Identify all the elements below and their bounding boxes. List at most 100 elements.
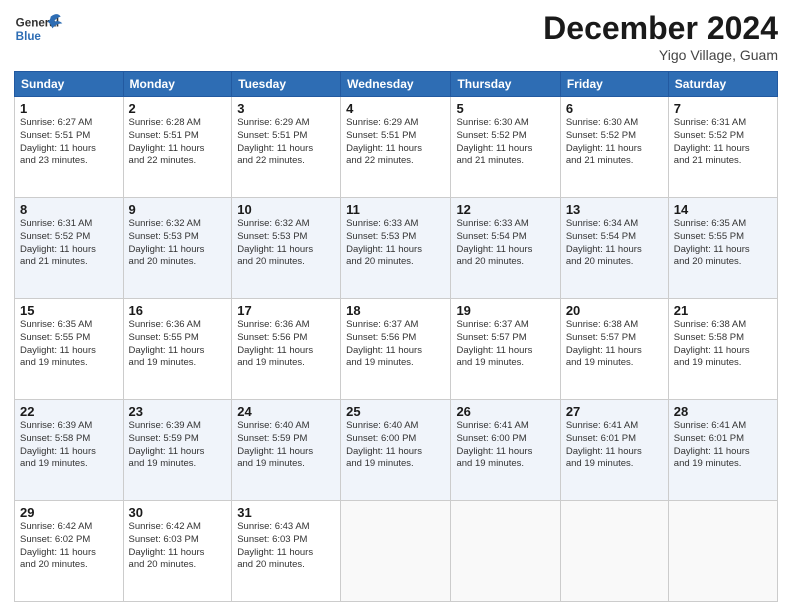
- col-saturday: Saturday: [668, 72, 777, 97]
- day-info: Sunrise: 6:40 AM Sunset: 6:00 PM Dayligh…: [346, 420, 445, 471]
- day-number: 5: [456, 101, 554, 116]
- day-info: Sunrise: 6:39 AM Sunset: 5:58 PM Dayligh…: [20, 420, 118, 471]
- table-row: 9Sunrise: 6:32 AM Sunset: 5:53 PM Daylig…: [123, 198, 232, 299]
- day-info: Sunrise: 6:38 AM Sunset: 5:58 PM Dayligh…: [674, 319, 772, 370]
- day-info: Sunrise: 6:38 AM Sunset: 5:57 PM Dayligh…: [566, 319, 663, 370]
- table-row: 26Sunrise: 6:41 AM Sunset: 6:00 PM Dayli…: [451, 400, 560, 501]
- day-info: Sunrise: 6:31 AM Sunset: 5:52 PM Dayligh…: [20, 218, 118, 269]
- table-row: 20Sunrise: 6:38 AM Sunset: 5:57 PM Dayli…: [560, 299, 668, 400]
- day-info: Sunrise: 6:34 AM Sunset: 5:54 PM Dayligh…: [566, 218, 663, 269]
- day-number: 9: [129, 202, 227, 217]
- col-monday: Monday: [123, 72, 232, 97]
- day-info: Sunrise: 6:29 AM Sunset: 5:51 PM Dayligh…: [237, 117, 335, 168]
- table-row: 30Sunrise: 6:42 AM Sunset: 6:03 PM Dayli…: [123, 501, 232, 602]
- table-row: 21Sunrise: 6:38 AM Sunset: 5:58 PM Dayli…: [668, 299, 777, 400]
- day-info: Sunrise: 6:37 AM Sunset: 5:57 PM Dayligh…: [456, 319, 554, 370]
- calendar-week-row: 1Sunrise: 6:27 AM Sunset: 5:51 PM Daylig…: [15, 97, 778, 198]
- col-thursday: Thursday: [451, 72, 560, 97]
- day-number: 7: [674, 101, 772, 116]
- table-row: 8Sunrise: 6:31 AM Sunset: 5:52 PM Daylig…: [15, 198, 124, 299]
- day-number: 14: [674, 202, 772, 217]
- day-info: Sunrise: 6:40 AM Sunset: 5:59 PM Dayligh…: [237, 420, 335, 471]
- logo: General Blue: [14, 10, 64, 50]
- day-number: 21: [674, 303, 772, 318]
- day-info: Sunrise: 6:41 AM Sunset: 6:01 PM Dayligh…: [566, 420, 663, 471]
- table-row: 15Sunrise: 6:35 AM Sunset: 5:55 PM Dayli…: [15, 299, 124, 400]
- day-number: 28: [674, 404, 772, 419]
- day-number: 15: [20, 303, 118, 318]
- day-info: Sunrise: 6:30 AM Sunset: 5:52 PM Dayligh…: [456, 117, 554, 168]
- day-info: Sunrise: 6:29 AM Sunset: 5:51 PM Dayligh…: [346, 117, 445, 168]
- calendar-week-row: 29Sunrise: 6:42 AM Sunset: 6:02 PM Dayli…: [15, 501, 778, 602]
- calendar-body: 1Sunrise: 6:27 AM Sunset: 5:51 PM Daylig…: [15, 97, 778, 602]
- day-info: Sunrise: 6:35 AM Sunset: 5:55 PM Dayligh…: [20, 319, 118, 370]
- day-info: Sunrise: 6:36 AM Sunset: 5:56 PM Dayligh…: [237, 319, 335, 370]
- day-info: Sunrise: 6:30 AM Sunset: 5:52 PM Dayligh…: [566, 117, 663, 168]
- col-wednesday: Wednesday: [341, 72, 451, 97]
- day-number: 31: [237, 505, 335, 520]
- day-info: Sunrise: 6:32 AM Sunset: 5:53 PM Dayligh…: [129, 218, 227, 269]
- table-row: 22Sunrise: 6:39 AM Sunset: 5:58 PM Dayli…: [15, 400, 124, 501]
- table-row: 29Sunrise: 6:42 AM Sunset: 6:02 PM Dayli…: [15, 501, 124, 602]
- day-number: 3: [237, 101, 335, 116]
- table-row: 5Sunrise: 6:30 AM Sunset: 5:52 PM Daylig…: [451, 97, 560, 198]
- day-number: 26: [456, 404, 554, 419]
- location: Yigo Village, Guam: [543, 47, 778, 63]
- header: General Blue December 2024 Yigo Village,…: [14, 10, 778, 63]
- day-info: Sunrise: 6:42 AM Sunset: 6:03 PM Dayligh…: [129, 521, 227, 572]
- month-title: December 2024: [543, 10, 778, 47]
- day-number: 25: [346, 404, 445, 419]
- day-number: 30: [129, 505, 227, 520]
- table-row: 24Sunrise: 6:40 AM Sunset: 5:59 PM Dayli…: [232, 400, 341, 501]
- table-row: 3Sunrise: 6:29 AM Sunset: 5:51 PM Daylig…: [232, 97, 341, 198]
- day-info: Sunrise: 6:32 AM Sunset: 5:53 PM Dayligh…: [237, 218, 335, 269]
- day-number: 27: [566, 404, 663, 419]
- table-row: 14Sunrise: 6:35 AM Sunset: 5:55 PM Dayli…: [668, 198, 777, 299]
- table-row: [560, 501, 668, 602]
- day-info: Sunrise: 6:33 AM Sunset: 5:53 PM Dayligh…: [346, 218, 445, 269]
- day-number: 13: [566, 202, 663, 217]
- day-number: 12: [456, 202, 554, 217]
- table-row: 23Sunrise: 6:39 AM Sunset: 5:59 PM Dayli…: [123, 400, 232, 501]
- table-row: [341, 501, 451, 602]
- day-info: Sunrise: 6:37 AM Sunset: 5:56 PM Dayligh…: [346, 319, 445, 370]
- table-row: 2Sunrise: 6:28 AM Sunset: 5:51 PM Daylig…: [123, 97, 232, 198]
- day-info: Sunrise: 6:43 AM Sunset: 6:03 PM Dayligh…: [237, 521, 335, 572]
- page: General Blue December 2024 Yigo Village,…: [0, 0, 792, 612]
- calendar-header-row: Sunday Monday Tuesday Wednesday Thursday…: [15, 72, 778, 97]
- table-row: 7Sunrise: 6:31 AM Sunset: 5:52 PM Daylig…: [668, 97, 777, 198]
- calendar-table: Sunday Monday Tuesday Wednesday Thursday…: [14, 71, 778, 602]
- table-row: 13Sunrise: 6:34 AM Sunset: 5:54 PM Dayli…: [560, 198, 668, 299]
- day-info: Sunrise: 6:33 AM Sunset: 5:54 PM Dayligh…: [456, 218, 554, 269]
- day-number: 11: [346, 202, 445, 217]
- day-number: 22: [20, 404, 118, 419]
- day-info: Sunrise: 6:39 AM Sunset: 5:59 PM Dayligh…: [129, 420, 227, 471]
- day-info: Sunrise: 6:28 AM Sunset: 5:51 PM Dayligh…: [129, 117, 227, 168]
- table-row: 12Sunrise: 6:33 AM Sunset: 5:54 PM Dayli…: [451, 198, 560, 299]
- day-info: Sunrise: 6:41 AM Sunset: 6:01 PM Dayligh…: [674, 420, 772, 471]
- svg-text:Blue: Blue: [16, 30, 42, 43]
- day-info: Sunrise: 6:41 AM Sunset: 6:00 PM Dayligh…: [456, 420, 554, 471]
- table-row: 10Sunrise: 6:32 AM Sunset: 5:53 PM Dayli…: [232, 198, 341, 299]
- day-info: Sunrise: 6:27 AM Sunset: 5:51 PM Dayligh…: [20, 117, 118, 168]
- col-tuesday: Tuesday: [232, 72, 341, 97]
- calendar-week-row: 22Sunrise: 6:39 AM Sunset: 5:58 PM Dayli…: [15, 400, 778, 501]
- table-row: 18Sunrise: 6:37 AM Sunset: 5:56 PM Dayli…: [341, 299, 451, 400]
- col-sunday: Sunday: [15, 72, 124, 97]
- day-number: 8: [20, 202, 118, 217]
- table-row: 6Sunrise: 6:30 AM Sunset: 5:52 PM Daylig…: [560, 97, 668, 198]
- day-number: 17: [237, 303, 335, 318]
- table-row: 16Sunrise: 6:36 AM Sunset: 5:55 PM Dayli…: [123, 299, 232, 400]
- day-info: Sunrise: 6:31 AM Sunset: 5:52 PM Dayligh…: [674, 117, 772, 168]
- table-row: [451, 501, 560, 602]
- calendar-week-row: 15Sunrise: 6:35 AM Sunset: 5:55 PM Dayli…: [15, 299, 778, 400]
- calendar-week-row: 8Sunrise: 6:31 AM Sunset: 5:52 PM Daylig…: [15, 198, 778, 299]
- day-number: 20: [566, 303, 663, 318]
- logo-svg: General Blue: [14, 10, 64, 50]
- table-row: 31Sunrise: 6:43 AM Sunset: 6:03 PM Dayli…: [232, 501, 341, 602]
- title-block: December 2024 Yigo Village, Guam: [543, 10, 778, 63]
- day-info: Sunrise: 6:35 AM Sunset: 5:55 PM Dayligh…: [674, 218, 772, 269]
- day-number: 16: [129, 303, 227, 318]
- day-number: 23: [129, 404, 227, 419]
- table-row: 19Sunrise: 6:37 AM Sunset: 5:57 PM Dayli…: [451, 299, 560, 400]
